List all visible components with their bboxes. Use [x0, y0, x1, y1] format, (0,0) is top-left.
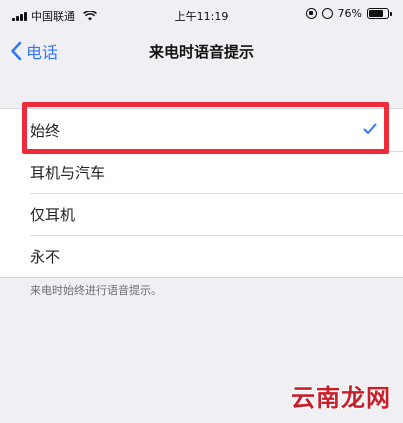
alarm-icon: [321, 8, 333, 19]
options-list: 始终 耳机与汽车 仅耳机 永不: [0, 108, 403, 278]
option-label: 仅耳机: [30, 205, 76, 224]
nav-bar: 电话 来电时语音提示: [0, 28, 403, 74]
option-label: 耳机与汽车: [30, 163, 106, 182]
option-never[interactable]: 永不: [0, 235, 403, 277]
battery-fill: [369, 10, 383, 17]
option-label: 始终: [30, 121, 61, 140]
option-label: 永不: [30, 247, 61, 266]
option-headphones-only[interactable]: 仅耳机: [0, 193, 403, 235]
status-bar: 中国联通 上午11:19 76%: [0, 0, 403, 28]
rotation-lock-icon: [305, 8, 317, 19]
watermark: 云南龙网: [291, 384, 391, 412]
battery-icon: [367, 8, 392, 19]
page-title: 来电时语音提示: [148, 43, 254, 61]
status-right: 76%: [305, 7, 392, 20]
checkmark-icon: [363, 123, 377, 135]
battery-percent: 76%: [337, 7, 362, 20]
option-headphones-and-car[interactable]: 耳机与汽车: [0, 151, 403, 193]
footer-note: 来电时始终进行语音提示。: [30, 284, 162, 297]
option-always[interactable]: 始终: [0, 109, 403, 151]
